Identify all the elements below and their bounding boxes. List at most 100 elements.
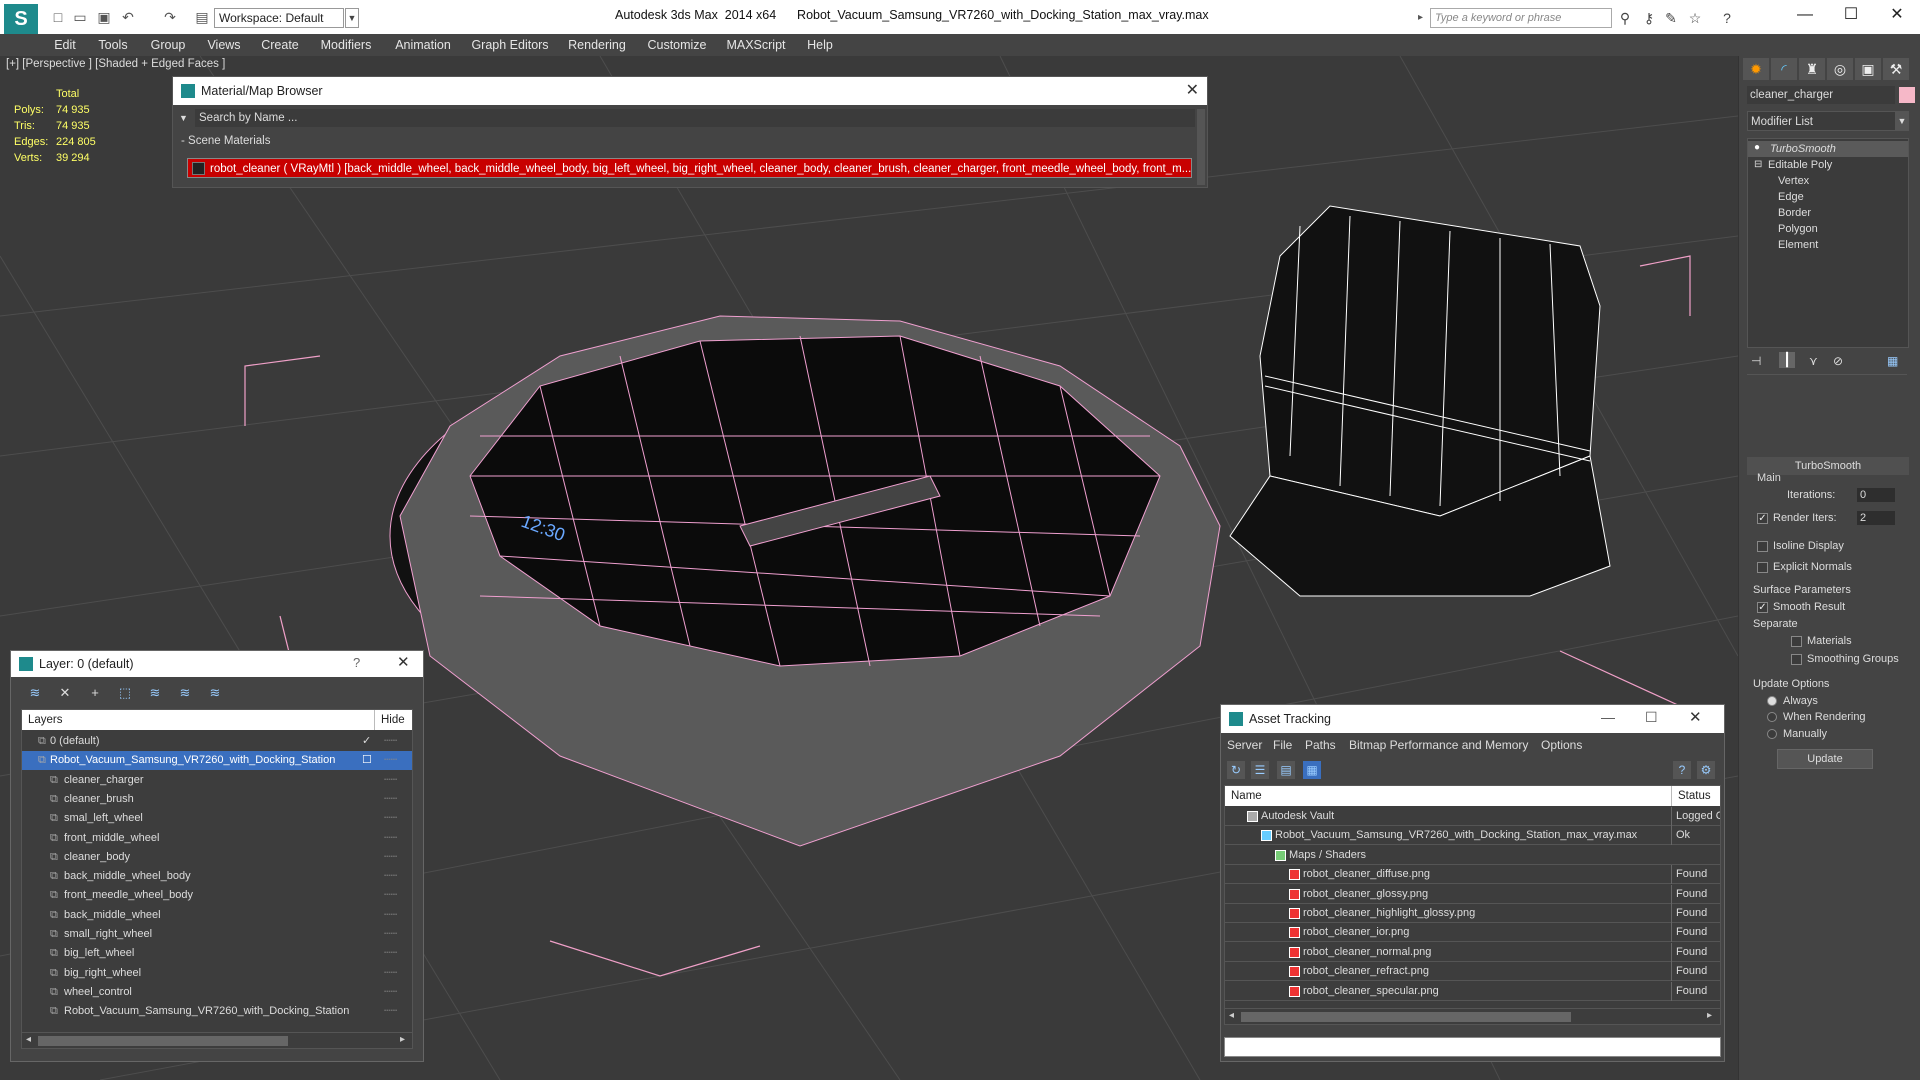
help-icon[interactable]: ? — [1673, 761, 1691, 779]
close-icon[interactable]: ✕ — [1186, 77, 1199, 105]
scrollbar-thumb[interactable] — [38, 1036, 288, 1046]
layers-column-header[interactable]: Layers — [28, 710, 63, 730]
hide-toggle[interactable]: ┄┄ — [384, 964, 397, 983]
asset-row[interactable]: robot_cleaner_diffuse.png Found — [1225, 865, 1720, 885]
stack-item-edge[interactable]: Edge — [1748, 189, 1908, 205]
when-rendering-radio[interactable] — [1767, 712, 1777, 722]
hide-toggle[interactable]: ┄┄ — [384, 944, 397, 963]
close-icon[interactable]: ✕ — [397, 653, 410, 671]
layer-row[interactable]: ⧉ front_middle_wheel ┄┄ — [22, 829, 412, 848]
scrollbar[interactable] — [1197, 109, 1205, 185]
menu-edit[interactable]: Edit — [50, 34, 80, 56]
hide-all-layers-icon[interactable]: ≋ — [175, 683, 195, 703]
hide-toggle[interactable]: ┄┄ — [384, 1002, 397, 1021]
layer-row[interactable]: ⧉ Robot_Vacuum_Samsung_VR7260_with_Dockin… — [22, 1002, 412, 1021]
menu-graph-editors[interactable]: Graph Editors — [470, 34, 550, 56]
table-view-icon[interactable]: ▦ — [1303, 761, 1321, 779]
layer-row[interactable]: ⧉ back_middle_wheel_body ┄┄ — [22, 867, 412, 886]
minimize-icon[interactable]: — — [1601, 709, 1615, 725]
new-file-icon[interactable]: □ — [50, 9, 66, 25]
asset-row[interactable]: robot_cleaner_ior.png Found — [1225, 923, 1720, 943]
add-to-layer-icon[interactable]: + — [85, 683, 105, 703]
open-file-icon[interactable]: ▭ — [72, 9, 88, 25]
delete-layer-icon[interactable]: ✕ — [55, 683, 75, 703]
layer-row[interactable]: ⧉ front_meedle_wheel_body ┄┄ — [22, 886, 412, 905]
create-tab-icon[interactable]: ✹ — [1743, 58, 1769, 80]
iterations-spinner[interactable]: 0 — [1857, 488, 1895, 502]
pin-stack-icon[interactable]: ⊣ — [1751, 354, 1761, 368]
hide-toggle[interactable]: ┄┄ — [384, 925, 397, 944]
hide-toggle[interactable]: ┄┄ — [384, 790, 397, 809]
asset-row[interactable]: Autodesk Vault Logged O — [1225, 807, 1720, 826]
modify-tab-icon[interactable]: ◜ — [1771, 58, 1797, 80]
object-color-swatch[interactable] — [1899, 87, 1915, 103]
chevron-down-icon[interactable]: ▼ — [345, 8, 359, 28]
layer-row[interactable]: ⧉ Robot_Vacuum_Samsung_VR7260_with_Dockin… — [22, 751, 412, 771]
hide-toggle[interactable]: ┄┄ — [384, 848, 397, 867]
layer-row[interactable]: ⧉ big_left_wheel ┄┄ — [22, 944, 412, 963]
asset-menu-paths[interactable]: Paths — [1305, 738, 1336, 752]
menu-help[interactable]: Help — [800, 34, 840, 56]
menu-customize[interactable]: Customize — [644, 34, 710, 56]
select-objects-icon[interactable]: ⬚ — [115, 683, 135, 703]
display-tab-icon[interactable]: ▣ — [1855, 58, 1881, 80]
undo-icon[interactable]: ↶ — [120, 9, 136, 25]
asset-menu-options[interactable]: Options — [1541, 738, 1582, 752]
hide-toggle[interactable]: ┄┄ — [384, 886, 397, 905]
hide-toggle[interactable]: ┄┄ — [384, 732, 397, 751]
tree-view-icon[interactable]: ▤ — [1277, 761, 1295, 779]
help-icon[interactable]: ? — [353, 655, 360, 670]
hierarchy-tab-icon[interactable]: ♜ — [1799, 58, 1825, 80]
layer-row[interactable]: ⧉ back_middle_wheel ┄┄ — [22, 906, 412, 925]
highlight-layer-icon[interactable]: ≋ — [145, 683, 165, 703]
layer-row[interactable]: ⧉ small_right_wheel ┄┄ — [22, 925, 412, 944]
menu-views[interactable]: Views — [204, 34, 244, 56]
render-iters-spinner[interactable]: 2 — [1857, 511, 1895, 525]
stack-item-vertex[interactable]: Vertex — [1748, 173, 1908, 189]
asset-row[interactable]: robot_cleaner_specular.png Found — [1225, 981, 1720, 1001]
menu-modifiers[interactable]: Modifiers — [316, 34, 376, 56]
object-name-field[interactable]: cleaner_charger — [1747, 86, 1895, 104]
make-unique-icon[interactable]: ⋎ — [1809, 354, 1818, 368]
explicit-normals-checkbox[interactable] — [1757, 562, 1768, 573]
name-column-header[interactable]: Name — [1231, 786, 1262, 806]
list-view-icon[interactable]: ☰ — [1251, 761, 1269, 779]
menu-create[interactable]: Create — [258, 34, 302, 56]
freeze-all-layers-icon[interactable]: ≋ — [205, 683, 225, 703]
redo-icon[interactable]: ↷ — [162, 9, 178, 25]
isoline-display-checkbox[interactable] — [1757, 541, 1768, 552]
always-radio[interactable] — [1767, 696, 1777, 706]
binoculars-icon[interactable]: ⚲ — [1616, 9, 1634, 27]
chevron-down-icon[interactable]: ▼ — [179, 109, 193, 127]
scroll-right-icon[interactable]: ▸ — [400, 1034, 405, 1045]
chevron-down-icon[interactable]: ▼ — [1895, 112, 1909, 130]
current-layer-checkmark-icon[interactable]: ✓ — [362, 732, 371, 751]
layer-row[interactable]: ⧉ 0 (default) ┄┄ ✓ — [22, 732, 412, 751]
menu-group[interactable]: Group — [148, 34, 188, 56]
asset-row[interactable]: robot_cleaner_normal.png Found — [1225, 942, 1720, 962]
remove-modifier-icon[interactable]: ⊘ — [1833, 354, 1843, 368]
configure-sets-icon[interactable]: ▦ — [1887, 354, 1898, 368]
close-icon[interactable]: ✕ — [1874, 0, 1920, 30]
close-icon[interactable]: ✕ — [1689, 708, 1702, 726]
status-column-header[interactable]: Status — [1671, 786, 1711, 806]
menu-tools[interactable]: Tools — [95, 34, 131, 56]
refresh-icon[interactable]: ↻ — [1227, 761, 1245, 779]
scroll-left-icon[interactable]: ◂ — [1229, 1010, 1234, 1021]
scrollbar-thumb[interactable] — [1241, 1012, 1571, 1022]
scroll-left-icon[interactable]: ◂ — [26, 1034, 31, 1045]
scroll-right-icon[interactable]: ▸ — [1707, 1010, 1712, 1021]
hide-toggle[interactable]: ┄┄ — [384, 906, 397, 925]
set-current-layer-icon[interactable]: ☐ — [362, 751, 372, 770]
app-logo[interactable]: S — [4, 4, 38, 34]
asset-menu-server[interactable]: Server — [1227, 738, 1262, 752]
material-row[interactable]: robot_cleaner ( VRayMtl ) [back_middle_w… — [187, 158, 1192, 178]
search-input[interactable]: Type a keyword or phrase — [1430, 8, 1612, 28]
key-icon[interactable]: ⚷ — [1640, 9, 1658, 27]
stack-item-editable-poly[interactable]: Editable Poly — [1748, 157, 1908, 173]
asset-row[interactable]: Maps / Shaders — [1225, 846, 1720, 865]
stack-item-element[interactable]: Element — [1748, 237, 1908, 253]
motion-tab-icon[interactable]: ◎ — [1827, 58, 1853, 80]
scene-materials-section[interactable]: - Scene Materials — [181, 135, 270, 147]
save-file-icon[interactable]: ▣ — [96, 9, 112, 25]
